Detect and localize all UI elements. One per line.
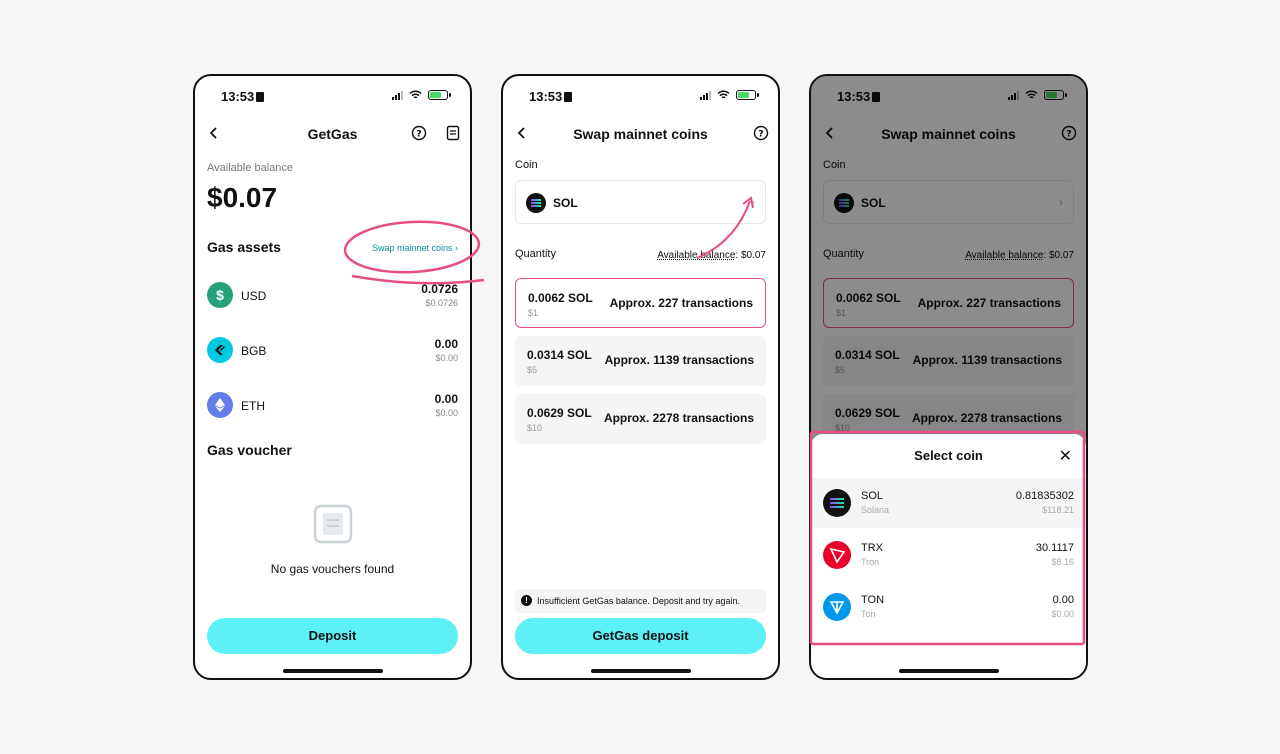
option-qty: 0.0629 SOL (527, 406, 592, 420)
asset-usd: $0.00 (435, 353, 458, 363)
wifi-icon (717, 90, 730, 99)
coin-amount: 0.81835302 (1015, 490, 1074, 502)
asset-usd: $0.0726 (425, 298, 458, 308)
gas-voucher-title: Gas voucher (207, 442, 292, 458)
page-title: GetGas (307, 126, 358, 142)
asset-row-usd[interactable]: $ USD 0.0726 $0.0726 (207, 280, 458, 310)
battery-icon (736, 90, 759, 100)
coin-amount: 30.1117 (1035, 542, 1074, 554)
coin-name: Solana (861, 505, 890, 515)
info-icon: ! (521, 595, 532, 606)
nav-bar: GetGas ? (195, 122, 470, 146)
getgas-screen: 13:53 GetGas ? Available balance $0.07 G… (193, 74, 472, 680)
empty-voucher-icon (313, 504, 353, 544)
asset-name: USD (241, 289, 267, 303)
coin-symbol: TON (861, 594, 885, 606)
nav-bar: Swap mainnet coins ? (503, 122, 778, 146)
notice-text: Insufficient GetGas balance. Deposit and… (537, 596, 740, 606)
records-icon[interactable] (444, 124, 462, 142)
asset-name: ETH (241, 399, 265, 413)
option-tx: Approx. 1139 transactions (604, 353, 754, 367)
option-usd: $1 (528, 308, 539, 318)
status-time: 13:53 (221, 89, 265, 104)
coin-usd: $0.00 (1051, 609, 1074, 619)
insufficient-notice: ! Insufficient GetGas balance. Deposit a… (515, 589, 766, 613)
page-title: Swap mainnet coins (573, 126, 708, 142)
option-usd: $10 (527, 423, 543, 433)
battery-icon (428, 90, 451, 100)
usd-icon: $ (207, 282, 233, 308)
available-balance: Available balance: $0.07 (657, 250, 766, 261)
asset-usd: $0.00 (435, 408, 458, 418)
wifi-icon (409, 90, 422, 99)
coin-option-sol[interactable]: SOL Solana 0.81835302 $118.21 (811, 478, 1086, 528)
select-coin-sheet: Select coin ✕ SOL Solana 0.81835302 $118… (811, 434, 1086, 678)
option-usd: $5 (527, 365, 538, 375)
swap-mainnet-link[interactable]: Swap mainnet coins › (372, 243, 458, 253)
quantity-row: Quantity Available balance: $0.07 (515, 248, 766, 261)
close-icon[interactable]: ✕ (1059, 446, 1072, 466)
svg-text:?: ? (758, 129, 763, 139)
coin-name: Tron (861, 557, 880, 567)
coin-symbol: SOL (861, 490, 884, 502)
coin-symbol: TRX (861, 542, 883, 554)
swap-screen: 13:53 Swap mainnet coins ? Coin SOL › Qu… (501, 74, 780, 680)
asset-row-eth[interactable]: ETH 0.00 $0.00 (207, 390, 458, 420)
coin-name: Ton (861, 609, 876, 619)
quantity-option[interactable]: 0.0062 SOL $1 Approx. 227 transactions (515, 278, 766, 328)
balance-value: $0.07 (207, 182, 278, 213)
select-coin-screen: 13:53 Swap mainnet coins ? Coin SOL › Qu… (809, 74, 1088, 680)
quantity-label: Quantity (515, 248, 556, 260)
home-indicator (898, 669, 999, 673)
coin-usd: $118.21 (1042, 505, 1074, 515)
getgas-deposit-button[interactable]: GetGas deposit (515, 618, 766, 654)
quantity-option[interactable]: 0.0314 SOL $5 Approx. 1139 transactions (515, 336, 766, 386)
signal-icon (700, 90, 711, 100)
asset-amount: 0.00 (434, 337, 458, 351)
option-tx: Approx. 227 transactions (609, 296, 753, 310)
coin-option-trx[interactable]: TRX Tron 30.1117 $8.16 (811, 530, 1086, 580)
option-qty: 0.0062 SOL (528, 291, 593, 305)
coin-selected: SOL (553, 196, 578, 210)
help-icon[interactable]: ? (410, 124, 428, 142)
deposit-button[interactable]: Deposit (207, 618, 458, 654)
option-qty: 0.0314 SOL (527, 348, 592, 362)
status-bar: 13:53 (503, 76, 778, 116)
coin-label: Coin (515, 159, 538, 171)
asset-amount: 0.0726 (421, 282, 458, 296)
coin-selector[interactable]: SOL › (515, 180, 766, 224)
help-icon[interactable]: ? (752, 124, 770, 142)
status-bar: 13:53 (195, 76, 470, 116)
eth-icon (207, 392, 233, 418)
balance-label: Available balance (207, 162, 294, 174)
coin-usd: $8.16 (1051, 557, 1074, 567)
option-tx: Approx. 2278 transactions (603, 411, 754, 425)
empty-voucher-text: No gas vouchers found (270, 562, 395, 576)
asset-row-bgb[interactable]: BGB 0.00 $0.00 (207, 335, 458, 365)
asset-amount: 0.00 (434, 392, 458, 406)
asset-name: BGB (241, 344, 267, 358)
status-time: 13:53 (529, 89, 573, 104)
chevron-right-icon: › (751, 195, 755, 209)
bgb-icon (207, 337, 233, 363)
quantity-option[interactable]: 0.0629 SOL $10 Approx. 2278 transactions (515, 394, 766, 444)
coin-option-ton[interactable]: TON Ton 0.00 $0.00 (811, 582, 1086, 632)
sol-icon (526, 193, 546, 213)
sol-icon (823, 489, 851, 517)
sheet-title: Select coin (914, 448, 983, 463)
ton-icon (823, 593, 851, 621)
home-indicator (590, 669, 691, 673)
coin-amount: 0.00 (1052, 594, 1074, 606)
gas-assets-title: Gas assets (207, 239, 281, 255)
signal-icon (392, 90, 403, 100)
svg-text:?: ? (416, 129, 421, 139)
home-indicator (282, 669, 383, 673)
tron-icon (823, 541, 851, 569)
